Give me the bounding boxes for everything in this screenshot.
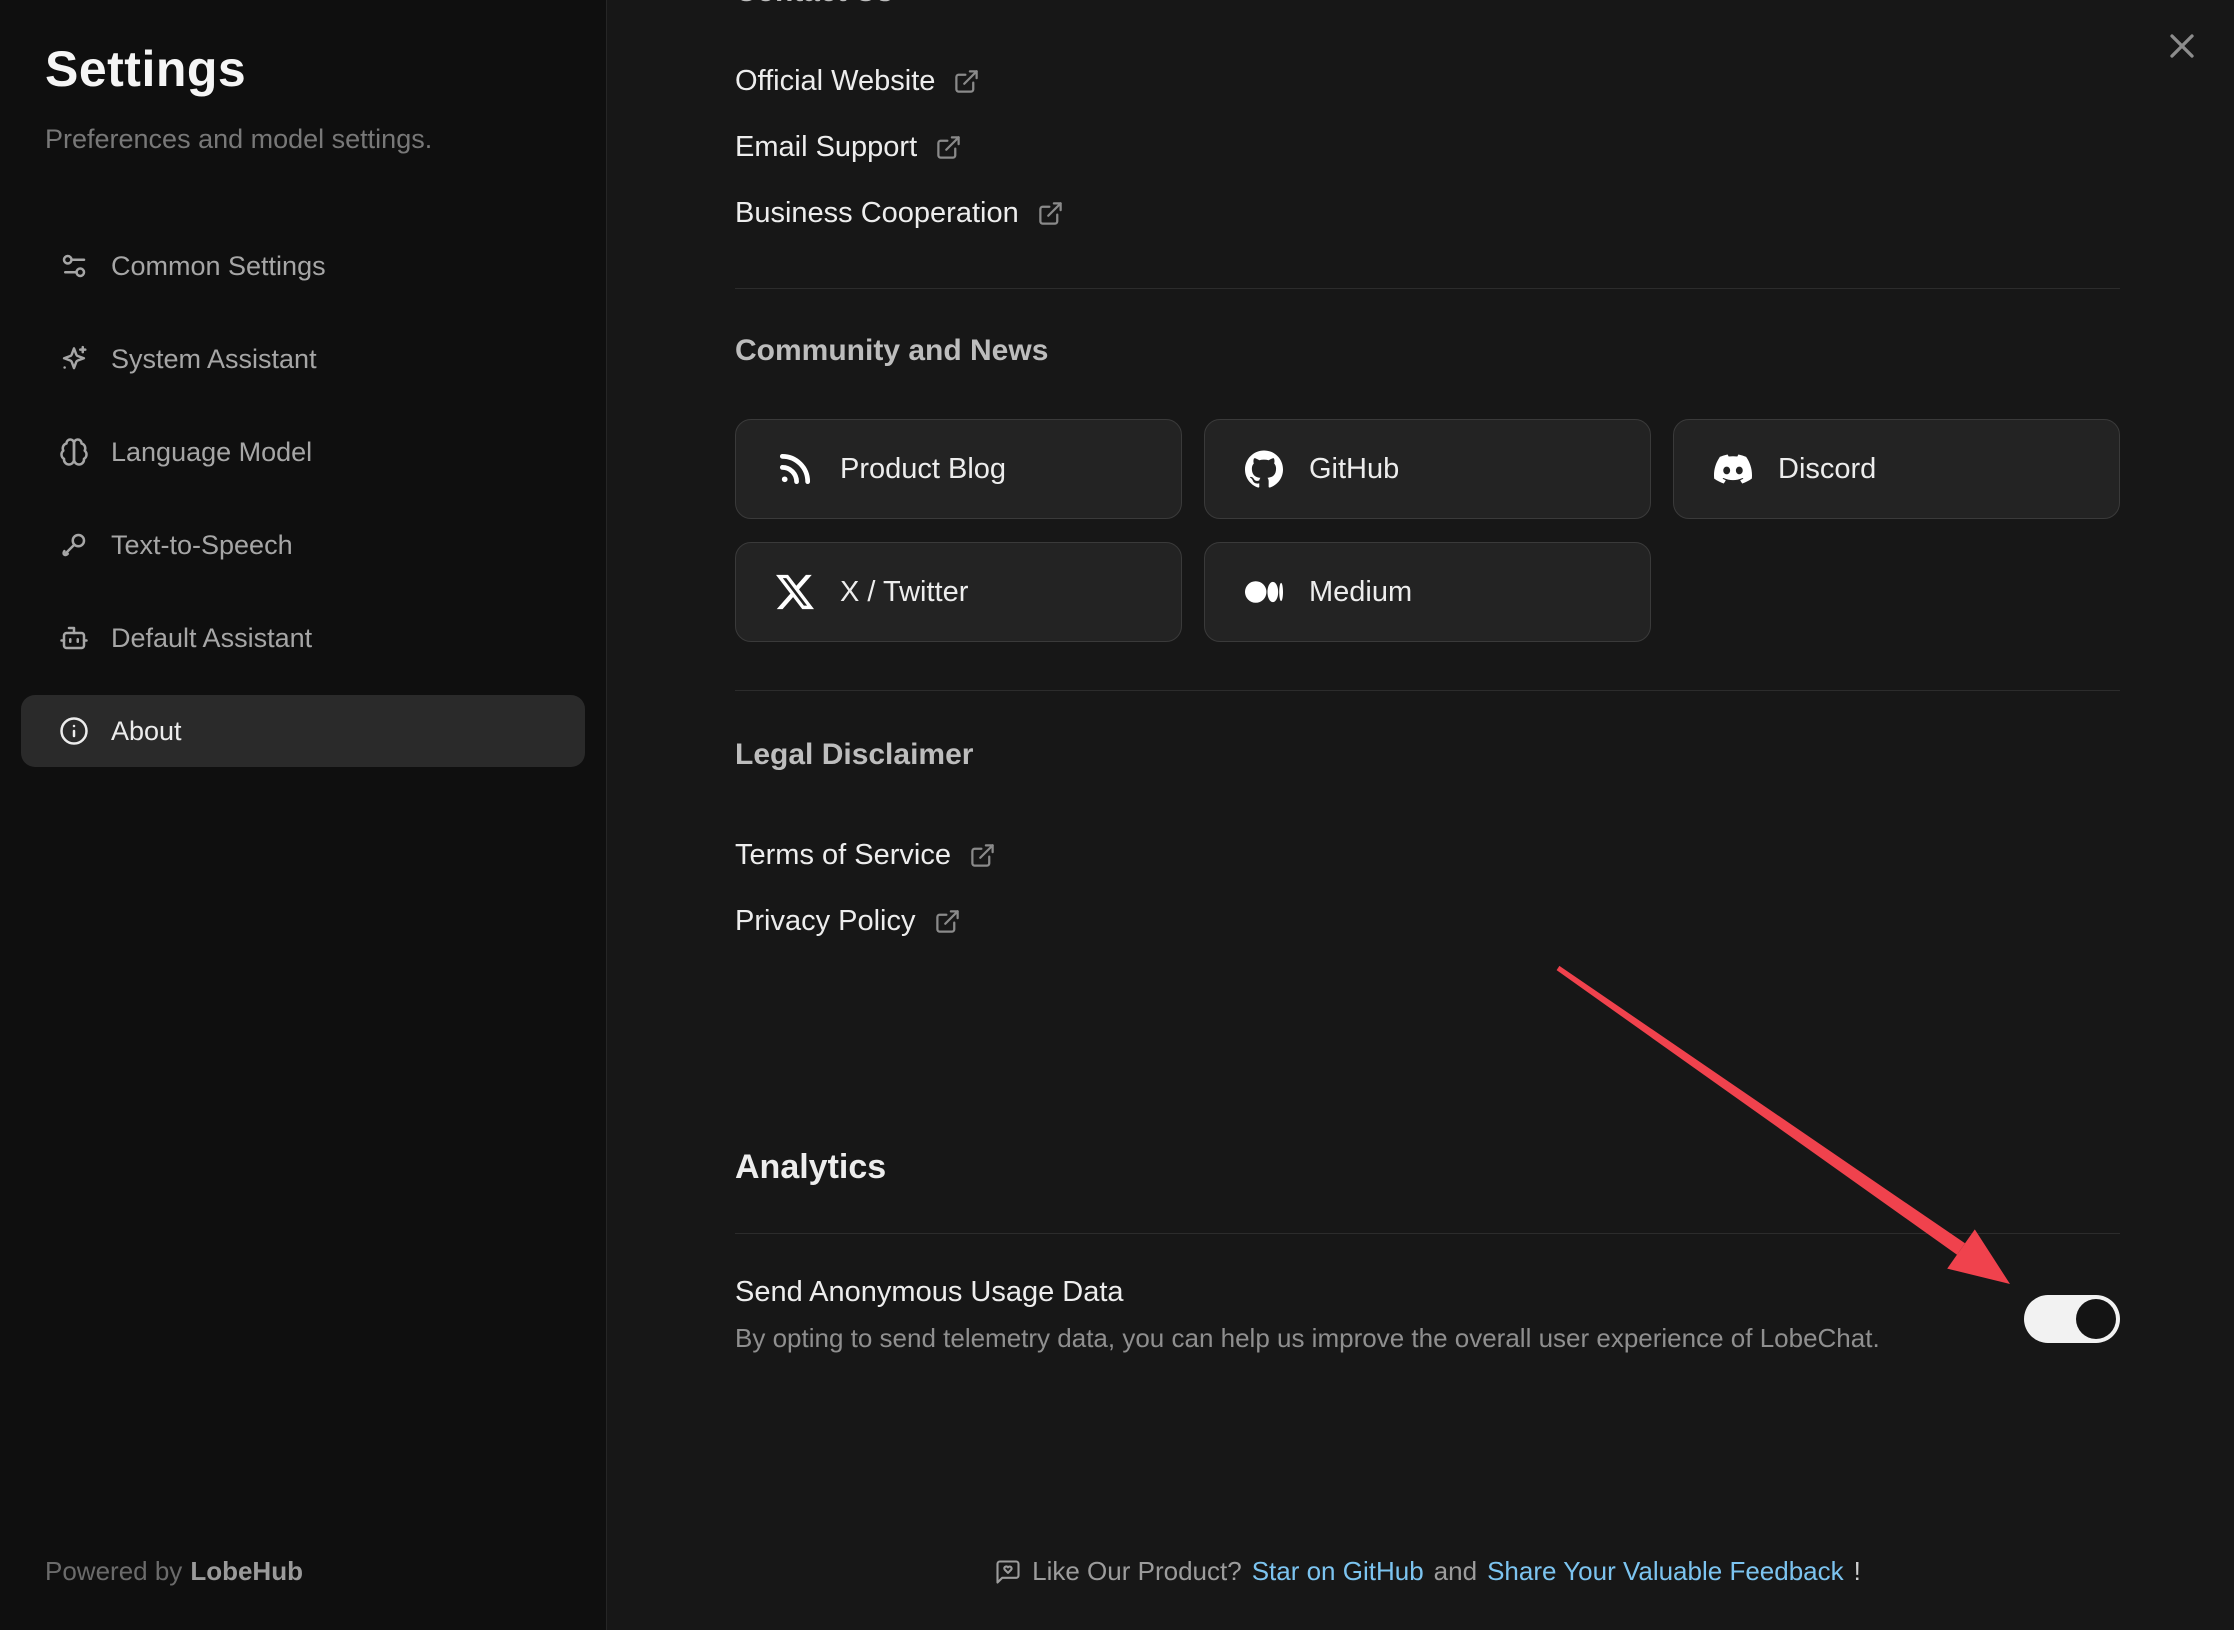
page-title: Settings [45,40,585,98]
github-icon [1245,450,1283,488]
brain-icon [59,437,89,467]
close-icon [2162,26,2202,71]
sidebar-item-about[interactable]: About [21,695,585,767]
sidebar-item-text-to-speech[interactable]: Text-to-Speech [21,509,585,581]
button-label: Discord [1778,453,1876,486]
sidebar-item-label: System Assistant [111,344,317,375]
powered-by-text: Powered by [45,1556,182,1586]
medium-icon [1245,573,1283,611]
external-link-icon [934,908,961,935]
discord-button[interactable]: Discord [1673,419,2120,519]
rss-icon [776,450,814,488]
usage-data-label: Send Anonymous Usage Data [735,1275,2120,1309]
github-button[interactable]: GitHub [1204,419,1651,519]
section-divider [735,288,2120,289]
sidebar-item-label: About [111,716,182,747]
link-label: Official Website [735,65,935,98]
button-label: Product Blog [840,453,1006,486]
x-icon [776,573,814,611]
link-label: Business Cooperation [735,197,1019,230]
footer-middle: and [1434,1556,1477,1587]
star-on-github-link[interactable]: Star on GitHub [1252,1556,1424,1587]
external-link-icon [1037,200,1064,227]
medium-button[interactable]: Medium [1204,542,1651,642]
legal-links: Terms of Service Privacy Policy [735,822,2120,954]
share-feedback-link[interactable]: Share Your Valuable Feedback [1487,1556,1844,1587]
sidebar-item-system-assistant[interactable]: System Assistant [21,323,585,395]
button-label: X / Twitter [840,576,968,609]
section-divider [735,1233,2120,1234]
business-cooperation-link[interactable]: Business Cooperation [735,180,2120,246]
usage-data-description: By opting to send telemetry data, you ca… [735,1323,2120,1353]
powered-by: Powered by LobeHub [45,1556,303,1587]
community-heading: Community and News [735,333,2120,369]
sliders-icon [59,251,89,281]
info-icon [59,716,89,746]
sidebar-item-label: Text-to-Speech [111,530,293,561]
x-twitter-button[interactable]: X / Twitter [735,542,1182,642]
sidebar-item-label: Default Assistant [111,623,312,654]
button-label: Medium [1309,576,1412,609]
usage-data-toggle[interactable] [2024,1295,2120,1343]
legal-disclaimer-heading: Legal Disclaimer [735,737,2120,773]
about-settings-panel: Contact Us Official Website Email Suppor… [735,0,2120,1353]
usage-data-setting-row: Send Anonymous Usage Data By opting to s… [735,1275,2120,1353]
button-label: GitHub [1309,453,1399,486]
privacy-policy-link[interactable]: Privacy Policy [735,888,2120,954]
close-button[interactable] [2156,22,2208,74]
external-link-icon [969,842,996,869]
section-divider [735,690,2120,691]
sidebar-item-language-model[interactable]: Language Model [21,416,585,488]
settings-nav: Common Settings System Assistant Languag… [21,230,585,767]
link-label: Privacy Policy [735,905,916,938]
terms-of-service-link[interactable]: Terms of Service [735,822,2120,888]
lobehub-brand[interactable]: LobeHub [190,1556,303,1586]
footer-suffix: ! [1854,1556,1861,1587]
contact-us-heading: Contact Us [735,0,2120,10]
product-blog-button[interactable]: Product Blog [735,419,1182,519]
link-label: Terms of Service [735,839,951,872]
sidebar-item-label: Language Model [111,437,312,468]
sidebar-item-default-assistant[interactable]: Default Assistant [21,602,585,674]
external-link-icon [935,134,962,161]
sparkles-icon [59,344,89,374]
footer-prefix: Like Our Product? [1032,1556,1242,1587]
external-link-icon [953,68,980,95]
feedback-footer: Like Our Product? Star on GitHub and Sha… [735,1556,2120,1587]
sidebar-item-common-settings[interactable]: Common Settings [21,230,585,302]
page-subtitle: Preferences and model settings. [45,124,585,155]
message-heart-icon [994,1558,1022,1586]
sidebar-item-label: Common Settings [111,251,326,282]
bot-icon [59,623,89,653]
mic-icon [59,530,89,560]
toggle-knob [2076,1299,2116,1339]
community-buttons: Product Blog GitHub Discord X / Twitter … [735,419,2120,642]
contact-links: Official Website Email Support Business … [735,48,2120,246]
analytics-heading: Analytics [735,1147,2120,1187]
discord-icon [1714,450,1752,488]
email-support-link[interactable]: Email Support [735,114,2120,180]
settings-sidebar: Settings Preferences and model settings.… [0,0,607,1630]
link-label: Email Support [735,131,917,164]
official-website-link[interactable]: Official Website [735,48,2120,114]
